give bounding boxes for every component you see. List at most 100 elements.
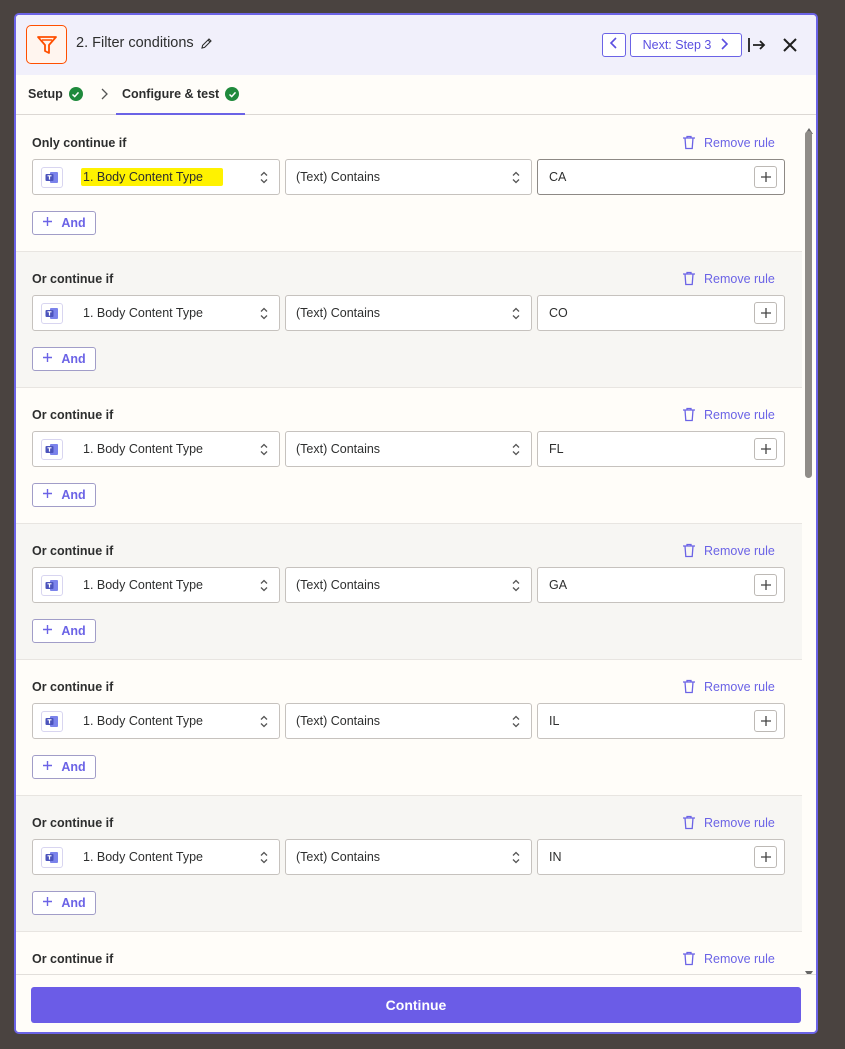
field-select[interactable]: 1. Body Content Type xyxy=(32,567,280,603)
condition-select[interactable]: (Text) Contains xyxy=(285,839,532,875)
field-select-value: 1. Body Content Type xyxy=(83,442,203,456)
and-button[interactable]: And xyxy=(32,483,96,507)
remove-rule-button[interactable]: Remove rule xyxy=(682,407,775,422)
insert-data-button[interactable] xyxy=(754,574,777,596)
and-button-label: And xyxy=(61,216,86,230)
field-select[interactable]: 1. Body Content Type xyxy=(32,839,280,875)
trash-icon xyxy=(682,679,696,694)
rules-list: Only continue if Remove rule 1. Body Con… xyxy=(16,116,802,974)
trash-icon xyxy=(682,135,696,150)
condition-select[interactable]: (Text) Contains xyxy=(285,567,532,603)
insert-data-button[interactable] xyxy=(754,302,777,324)
insert-data-button[interactable] xyxy=(754,438,777,460)
tab-configure-test[interactable]: Configure & test xyxy=(116,75,246,115)
close-icon[interactable] xyxy=(781,36,799,54)
condition-select[interactable]: (Text) Contains xyxy=(285,295,532,331)
remove-rule-button[interactable]: Remove rule xyxy=(682,815,775,830)
condition-select-value: (Text) Contains xyxy=(296,850,381,864)
rule-group: Or continue if Remove rule 1. Body Conte… xyxy=(16,796,802,932)
microsoft-teams-icon xyxy=(41,847,63,868)
field-select[interactable]: 1. Body Content Type xyxy=(32,295,280,331)
value-input[interactable]: IL xyxy=(537,703,785,739)
microsoft-teams-icon xyxy=(41,711,63,732)
step-title[interactable]: 2. Filter conditions xyxy=(76,35,213,51)
scroll-down-arrow-icon[interactable] xyxy=(805,964,813,977)
plus-icon xyxy=(42,352,53,366)
plus-icon xyxy=(42,624,53,638)
remove-rule-button[interactable]: Remove rule xyxy=(682,543,775,558)
rule-title: Or continue if xyxy=(32,816,114,830)
step-footer: Continue xyxy=(16,974,816,1032)
step-tabs: Setup Configure & test xyxy=(16,75,816,115)
chevron-updown-icon xyxy=(511,714,521,729)
and-button-label: And xyxy=(61,896,86,910)
condition-select-value: (Text) Contains xyxy=(296,714,381,728)
chevron-updown-icon xyxy=(511,850,521,865)
chevron-updown-icon xyxy=(511,170,521,185)
value-input[interactable]: GA xyxy=(537,567,785,603)
insert-data-button[interactable] xyxy=(754,710,777,732)
remove-rule-button[interactable]: Remove rule xyxy=(682,135,775,150)
and-button-label: And xyxy=(61,352,86,366)
plus-icon xyxy=(42,216,53,230)
microsoft-teams-icon xyxy=(41,303,63,324)
rule-title: Only continue if xyxy=(32,136,127,150)
rule-title: Or continue if xyxy=(32,272,114,286)
chevron-updown-icon xyxy=(259,442,269,457)
value-input-text: FL xyxy=(549,442,564,456)
insert-data-button[interactable] xyxy=(754,846,777,868)
and-button[interactable]: And xyxy=(32,755,96,779)
remove-rule-label: Remove rule xyxy=(704,407,775,422)
value-input[interactable]: CA xyxy=(537,159,785,195)
plus-icon xyxy=(42,896,53,910)
filter-icon xyxy=(26,25,67,64)
and-button[interactable]: And xyxy=(32,891,96,915)
previous-step-button[interactable] xyxy=(602,33,626,57)
value-input[interactable]: FL xyxy=(537,431,785,467)
value-input-text: IL xyxy=(549,714,560,728)
condition-select-value: (Text) Contains xyxy=(296,442,381,456)
rule-group: Or continue if Remove rule 1. Body Conte… xyxy=(16,252,802,388)
condition-select-value: (Text) Contains xyxy=(296,170,381,184)
filter-step-panel: 2. Filter conditions Next: Step 3 Setup xyxy=(14,13,818,1034)
and-button[interactable]: And xyxy=(32,211,96,235)
and-button[interactable]: And xyxy=(32,347,96,371)
insert-data-button[interactable] xyxy=(754,166,777,188)
remove-rule-label: Remove rule xyxy=(704,543,775,558)
scrollbar-thumb[interactable] xyxy=(805,131,812,478)
remove-rule-button[interactable]: Remove rule xyxy=(682,951,775,966)
chevron-left-icon xyxy=(609,36,619,54)
condition-select-value: (Text) Contains xyxy=(296,306,381,320)
condition-select[interactable]: (Text) Contains xyxy=(285,431,532,467)
remove-rule-button[interactable]: Remove rule xyxy=(682,679,775,694)
chevron-updown-icon xyxy=(259,850,269,865)
value-input[interactable]: CO xyxy=(537,295,785,331)
check-circle-icon xyxy=(225,87,240,101)
tab-setup[interactable]: Setup xyxy=(28,87,83,101)
value-input[interactable]: IN xyxy=(537,839,785,875)
remove-rule-label: Remove rule xyxy=(704,135,775,150)
field-select-value: 1. Body Content Type xyxy=(83,850,203,864)
condition-select[interactable]: (Text) Contains xyxy=(285,159,532,195)
trash-icon xyxy=(682,271,696,286)
scroll-up-arrow-icon[interactable] xyxy=(805,121,813,134)
value-input-text: CO xyxy=(549,306,568,320)
field-select[interactable]: 1. Body Content Type xyxy=(32,159,280,195)
expand-panel-icon[interactable] xyxy=(747,35,767,55)
chevron-updown-icon xyxy=(259,170,269,185)
plus-icon xyxy=(42,760,53,774)
remove-rule-button[interactable]: Remove rule xyxy=(682,271,775,286)
field-select[interactable]: 1. Body Content Type xyxy=(32,703,280,739)
microsoft-teams-icon xyxy=(41,575,63,596)
scrollbar[interactable] xyxy=(802,116,816,977)
next-step-button[interactable]: Next: Step 3 xyxy=(630,33,742,57)
field-select-value: 1. Body Content Type xyxy=(83,306,203,320)
pencil-icon[interactable] xyxy=(200,37,213,50)
field-select[interactable]: 1. Body Content Type xyxy=(32,431,280,467)
trash-icon xyxy=(682,951,696,966)
condition-select[interactable]: (Text) Contains xyxy=(285,703,532,739)
chevron-updown-icon xyxy=(259,714,269,729)
chevron-right-icon xyxy=(98,87,110,101)
continue-button[interactable]: Continue xyxy=(31,987,801,1023)
and-button[interactable]: And xyxy=(32,619,96,643)
